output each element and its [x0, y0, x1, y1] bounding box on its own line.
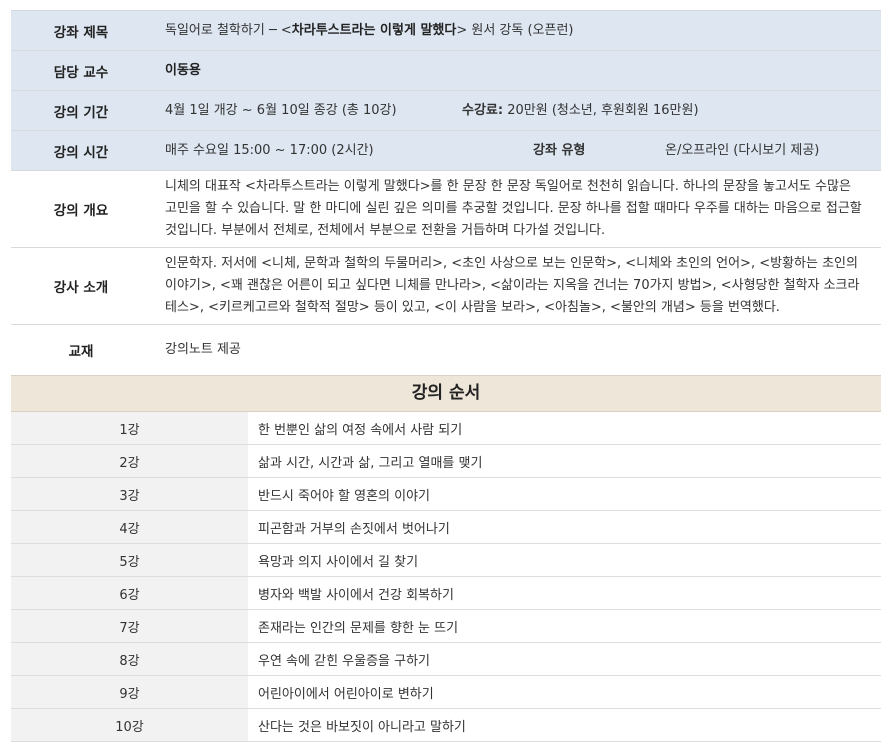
lecture-title: 우연 속에 갇힌 우울증을 구하기 — [248, 642, 881, 676]
lecture-number: 1강 — [11, 412, 248, 445]
lecture-number: 3강 — [11, 477, 248, 511]
lecture-number: 7강 — [11, 609, 248, 643]
lecture-title: 피곤함과 거부의 손짓에서 벗어나기 — [248, 510, 881, 544]
lecture-number: 2강 — [11, 444, 248, 478]
lecture-title: 산다는 것은 바보짓이 아니라고 말하기 — [248, 708, 881, 742]
row-textbook: 교재 강의노트 제공 — [11, 324, 881, 375]
title-book: 차라투스트라는 이렇게 말했다 — [291, 22, 457, 38]
lecture-title: 욕망과 의지 사이에서 길 찾기 — [248, 543, 881, 577]
title-label: 강좌 제목 — [11, 10, 151, 51]
type-value: 온/오프라인 (다시보기 제공) — [665, 142, 820, 158]
textbook-label: 교재 — [11, 324, 151, 375]
overview-label: 강의 개요 — [11, 170, 151, 248]
overview-value: 니체의 대표작 <차라투스트라는 이렇게 말했다>를 한 문장 한 문장 독일어… — [151, 170, 881, 248]
lecture-title: 어린아이에서 어린아이로 변하기 — [248, 675, 881, 709]
prof-label: 담당 교수 — [11, 50, 151, 91]
lecture-title: 삶과 시간, 시간과 삶, 그리고 열매를 맺기 — [248, 444, 881, 478]
schedule-row: 3강 반드시 죽어야 할 영혼의 이야기 — [11, 477, 881, 511]
course-info-table: 강좌 제목 독일어로 철학하기 ─ <차라투스트라는 이렇게 말했다> 원서 강… — [11, 10, 881, 375]
row-instructor: 강사 소개 인문학자. 저서에 <니체, 문학과 철학의 두물머리>, <초인 … — [11, 247, 881, 325]
row-title: 강좌 제목 독일어로 철학하기 ─ <차라투스트라는 이렇게 말했다> 원서 강… — [11, 10, 881, 51]
course-info-page: 강좌 제목 독일어로 철학하기 ─ <차라투스트라는 이렇게 말했다> 원서 강… — [11, 10, 881, 742]
lecture-number: 4강 — [11, 510, 248, 544]
title-value: 독일어로 철학하기 ─ <차라투스트라는 이렇게 말했다> 원서 강독 (오픈런… — [151, 10, 881, 51]
schedule-row: 10강 산다는 것은 바보짓이 아니라고 말하기 — [11, 708, 881, 742]
lecture-number: 10강 — [11, 708, 248, 742]
schedule-row: 7강 존재라는 인간의 문제를 향한 눈 뜨기 — [11, 609, 881, 643]
schedule-row: 1강 한 번뿐인 삶의 여정 속에서 사람 되기 — [11, 412, 881, 445]
instructor-label: 강사 소개 — [11, 247, 151, 325]
lecture-title: 반드시 죽어야 할 영혼의 이야기 — [248, 477, 881, 511]
textbook-value: 강의노트 제공 — [151, 324, 881, 375]
row-professor: 담당 교수 이동용 — [11, 50, 881, 91]
lecture-number: 6강 — [11, 576, 248, 610]
title-prefix: 독일어로 철학하기 ─ < — [165, 22, 292, 38]
title-suffix: > 원서 강독 (오픈런) — [456, 22, 574, 38]
time-label: 강의 시간 — [11, 130, 151, 171]
schedule-row: 8강 우연 속에 갇힌 우울증을 구하기 — [11, 642, 881, 676]
row-period: 강의 기간 4월 1일 개강 ~ 6월 10일 종강 (총 10강) 수강료: … — [11, 90, 881, 131]
row-overview: 강의 개요 니체의 대표작 <차라투스트라는 이렇게 말했다>를 한 문장 한 … — [11, 170, 881, 248]
instructor-value: 인문학자. 저서에 <니체, 문학과 철학의 두물머리>, <초인 사상으로 보… — [151, 247, 881, 325]
schedule-row: 6강 병자와 백발 사이에서 건강 회복하기 — [11, 576, 881, 610]
lecture-title: 병자와 백발 사이에서 건강 회복하기 — [248, 576, 881, 610]
schedule-title: 강의 순서 — [11, 375, 881, 412]
schedule-table: 1강 한 번뿐인 삶의 여정 속에서 사람 되기 2강 삶과 시간, 시간과 삶, 그… — [11, 412, 881, 742]
lecture-number: 8강 — [11, 642, 248, 676]
schedule-row: 5강 욕망과 의지 사이에서 길 찾기 — [11, 543, 881, 577]
fee-label: 수강료: — [462, 102, 504, 118]
schedule-row: 2강 삶과 시간, 시간과 삶, 그리고 열매를 맺기 — [11, 444, 881, 478]
prof-value: 이동용 — [165, 62, 201, 78]
row-time: 강의 시간 매주 수요일 15:00 ~ 17:00 (2시간) 강좌 유형 온… — [11, 130, 881, 171]
period-label: 강의 기간 — [11, 90, 151, 131]
lecture-title: 한 번뿐인 삶의 여정 속에서 사람 되기 — [248, 412, 881, 445]
time-value: 매주 수요일 15:00 ~ 17:00 (2시간) — [165, 142, 374, 158]
lecture-number: 9강 — [11, 675, 248, 709]
schedule-row: 4강 피곤함과 거부의 손짓에서 벗어나기 — [11, 510, 881, 544]
lecture-title: 존재라는 인간의 문제를 향한 눈 뜨기 — [248, 609, 881, 643]
lecture-number: 5강 — [11, 543, 248, 577]
type-label: 강좌 유형 — [533, 142, 586, 158]
schedule-row: 9강 어린아이에서 어린아이로 변하기 — [11, 675, 881, 709]
fee-value: 20만원 (청소년, 후원회원 16만원) — [503, 102, 699, 118]
period-value: 4월 1일 개강 ~ 6월 10일 종강 (총 10강) — [165, 102, 397, 118]
